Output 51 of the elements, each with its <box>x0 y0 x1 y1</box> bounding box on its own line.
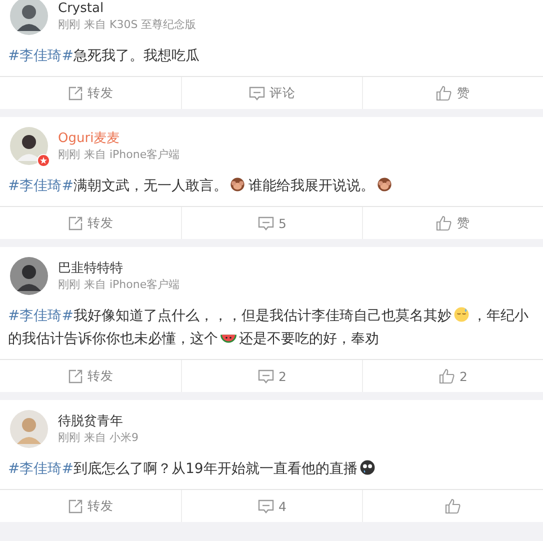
comment-button[interactable]: 4 <box>181 490 362 522</box>
repost-button[interactable]: 转发 <box>0 207 181 239</box>
repost-button[interactable]: 转发 <box>0 490 181 522</box>
hashtag-link[interactable]: #李佳琦# <box>8 461 74 477</box>
post-source: 来自 小米9 <box>84 430 138 446</box>
like-button[interactable]: 赞 <box>362 77 543 109</box>
hashtag-link[interactable]: #李佳琦# <box>8 178 74 194</box>
post-time: 刚刚 <box>58 430 80 446</box>
repost-button[interactable]: 转发 <box>0 77 181 109</box>
post-text: #李佳琦#满朝文武，无一人敢言。 谁能给我展开说说。 <box>0 165 543 206</box>
share-icon <box>68 86 82 100</box>
thumbs-up-icon <box>436 85 452 101</box>
post-time: 刚刚 <box>58 147 80 163</box>
watermelon-icon <box>220 334 237 343</box>
repost-button[interactable]: 转发 <box>0 360 181 392</box>
comment-icon <box>258 498 274 514</box>
crying-face-icon <box>359 459 376 476</box>
post-text: #李佳琦#我好像知道了点什么，，，但是我估计李佳琦自己也莫名其妙 ，年纪小的我估计告诉你你也未必懂，这个 还是不要吃的好，奉劝 <box>7 305 530 349</box>
post-time: 刚刚 <box>58 277 80 293</box>
sweat-face-icon <box>453 306 470 323</box>
share-icon <box>68 368 82 384</box>
comment-icon <box>258 368 274 384</box>
share-icon <box>68 498 82 514</box>
thumbs-up-icon <box>438 368 455 384</box>
comment-icon <box>248 86 264 100</box>
like-button[interactable]: 2 <box>362 360 543 392</box>
avatar[interactable] <box>10 127 48 165</box>
thumbs-up-icon <box>436 215 452 231</box>
comment-button[interactable]: 5 <box>181 207 362 239</box>
hashtag-link[interactable]: #李佳琦# <box>8 308 74 324</box>
like-button[interactable]: 赞 <box>362 207 543 239</box>
post-text: #李佳琦#到底怎么了啊？从19年开始就一直看他的直播 <box>0 448 543 489</box>
hashtag-link[interactable]: #李佳琦# <box>8 48 74 64</box>
monkey-icon <box>229 176 246 193</box>
post-source: 来自 iPhone客户端 <box>84 147 180 163</box>
comment-icon <box>258 216 274 230</box>
post-source: 来自 K30S 至尊纪念版 <box>84 17 196 33</box>
post-text: #李佳琦#急死我了。我想吃瓜 <box>7 47 200 66</box>
avatar[interactable] <box>10 257 48 295</box>
user-name[interactable]: Crystal <box>58 0 196 17</box>
user-name[interactable]: 巴韭特特特 <box>58 260 180 277</box>
monkey-icon <box>376 176 394 193</box>
thumbs-up-icon <box>445 498 461 514</box>
user-name[interactable]: 待脱贫青年 <box>58 413 138 430</box>
comment-button[interactable]: 2 <box>181 360 362 392</box>
post-time: 刚刚 <box>58 17 80 33</box>
post-source: 来自 iPhone客户端 <box>84 277 180 293</box>
avatar[interactable] <box>10 0 48 35</box>
comment-button[interactable]: 评论 <box>181 77 362 109</box>
user-name[interactable]: Oguri麦麦 <box>58 130 180 147</box>
share-icon <box>68 216 82 230</box>
